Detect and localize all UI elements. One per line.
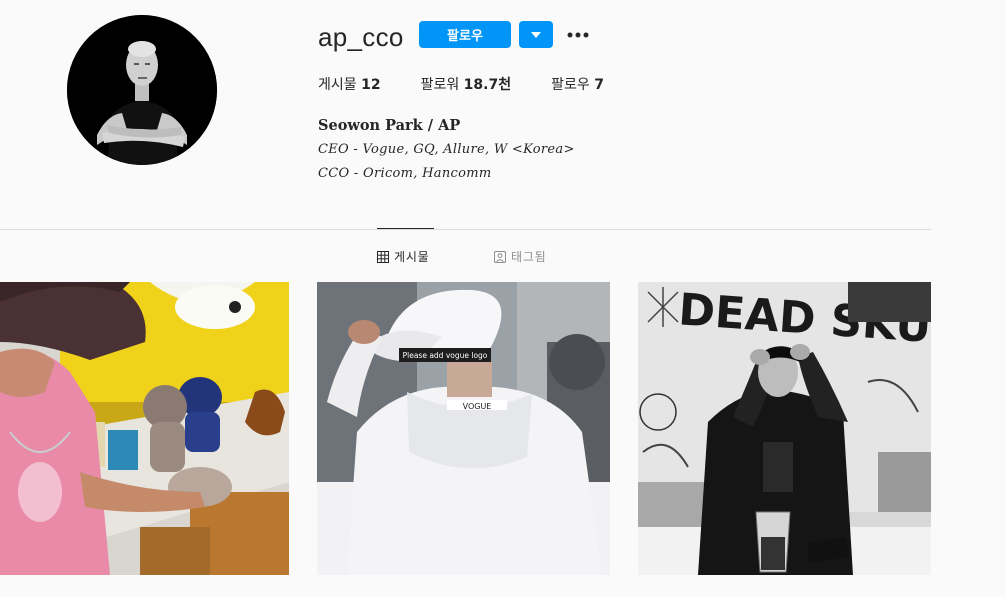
stat-following-value: 7 — [594, 77, 604, 93]
avatar-photo — [67, 15, 217, 165]
tagged-user-icon — [494, 250, 506, 263]
profile-stats: 게시물 12 팔로워 18.7천 팔로우 7 — [318, 74, 644, 94]
tab-posts[interactable]: 게시물 — [377, 248, 430, 265]
bio-line: CEO - Vogue, GQ, Allure, W <Korea> — [318, 142, 575, 157]
options-button[interactable] — [566, 22, 590, 48]
stat-following[interactable]: 팔로우 7 — [551, 74, 604, 94]
post-thumbnail[interactable]: DEAD SKULL — [638, 282, 931, 575]
profile-avatar[interactable] — [67, 15, 217, 165]
stat-posts[interactable]: 게시물 12 — [318, 74, 381, 94]
triangle-down-icon — [531, 31, 541, 38]
tabs-divider — [0, 229, 931, 230]
tab-tagged[interactable]: 태그됨 — [494, 248, 547, 265]
active-tab-indicator — [377, 228, 434, 229]
tab-tagged-label: 태그됨 — [511, 250, 547, 264]
post-thumbnail[interactable]: VOGUE Please add vogue logo — [317, 282, 610, 575]
stat-following-label: 팔로우 — [551, 77, 590, 93]
photo-bw-graffiti-wall: DEAD SKULL — [638, 282, 931, 575]
hood-text: VOGUE — [463, 402, 492, 411]
profile-full-name: Seowon Park / AP — [318, 117, 461, 134]
suggested-accounts-button[interactable] — [519, 21, 553, 48]
stat-posts-label: 게시물 — [318, 77, 357, 93]
stat-followers[interactable]: 팔로워 18.7천 — [421, 74, 512, 94]
follow-button[interactable]: 팔로우 — [419, 21, 511, 48]
tab-posts-label: 게시물 — [394, 250, 430, 264]
cap-text: Please add vogue logo — [403, 351, 488, 360]
profile-username: ap_cco — [318, 22, 404, 52]
stat-followers-value: 18.7천 — [463, 77, 512, 93]
stat-followers-label: 팔로워 — [420, 77, 460, 93]
grid-icon — [377, 250, 389, 263]
post-thumbnail[interactable] — [0, 282, 289, 575]
photo-white-hoodie-cap: VOGUE Please add vogue logo — [317, 282, 610, 575]
bio-line: CCO - Oricom, Hancomm — [318, 166, 492, 181]
photo-kaws-figures — [0, 282, 289, 575]
stat-posts-value: 12 — [361, 77, 381, 93]
more-options-icon — [567, 32, 589, 38]
